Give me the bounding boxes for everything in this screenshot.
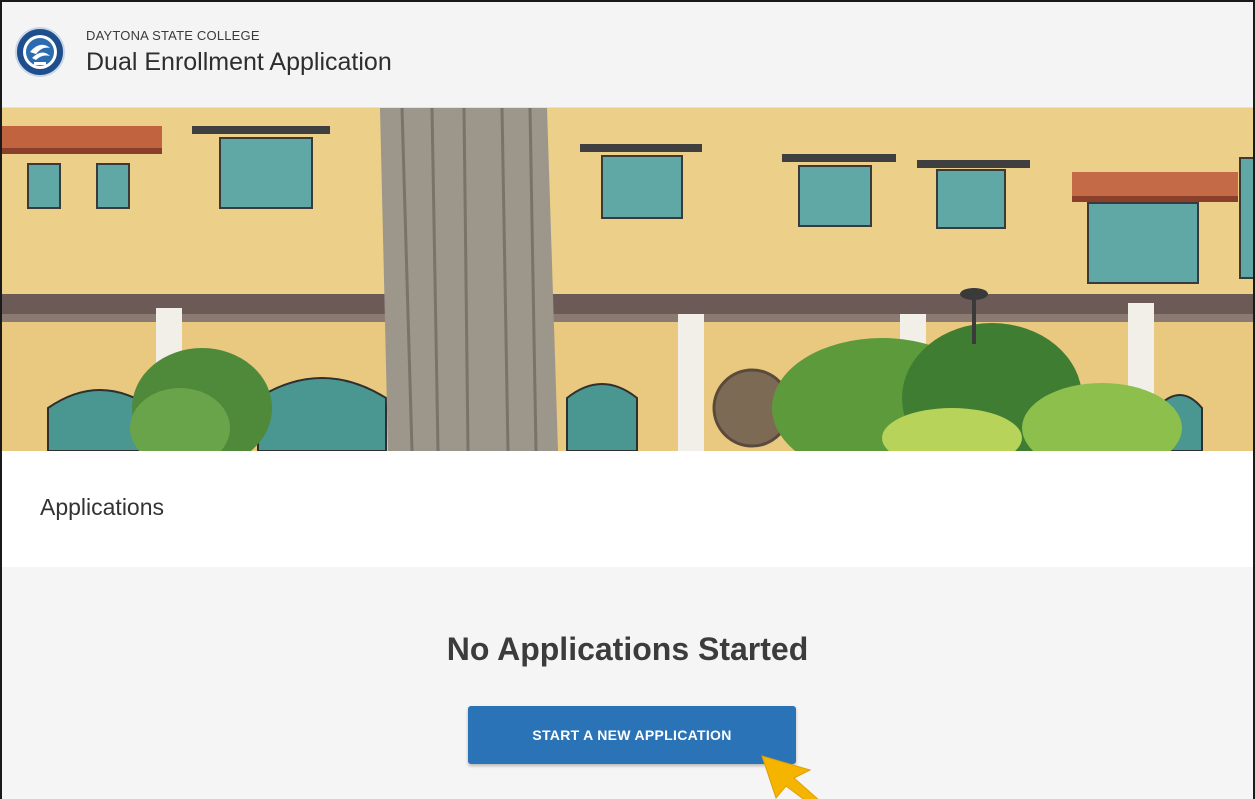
app-window: DAYTONA STATE COLLEGE Dual Enrollment Ap…: [0, 0, 1255, 799]
site-header: DAYTONA STATE COLLEGE Dual Enrollment Ap…: [2, 2, 1253, 108]
pointer-arrow-icon: [761, 755, 819, 799]
campus-building-photo: [2, 108, 1253, 451]
college-name: DAYTONA STATE COLLEGE: [86, 28, 260, 43]
college-seal-icon: [15, 27, 65, 77]
app-title: Dual Enrollment Application: [86, 48, 392, 76]
empty-state-title: No Applications Started: [446, 631, 809, 667]
start-new-application-button[interactable]: START A NEW APPLICATION: [468, 706, 796, 764]
empty-state-panel: No Applications Started START A NEW APPL…: [2, 567, 1253, 799]
section-title-applications: Applications: [40, 494, 165, 520]
